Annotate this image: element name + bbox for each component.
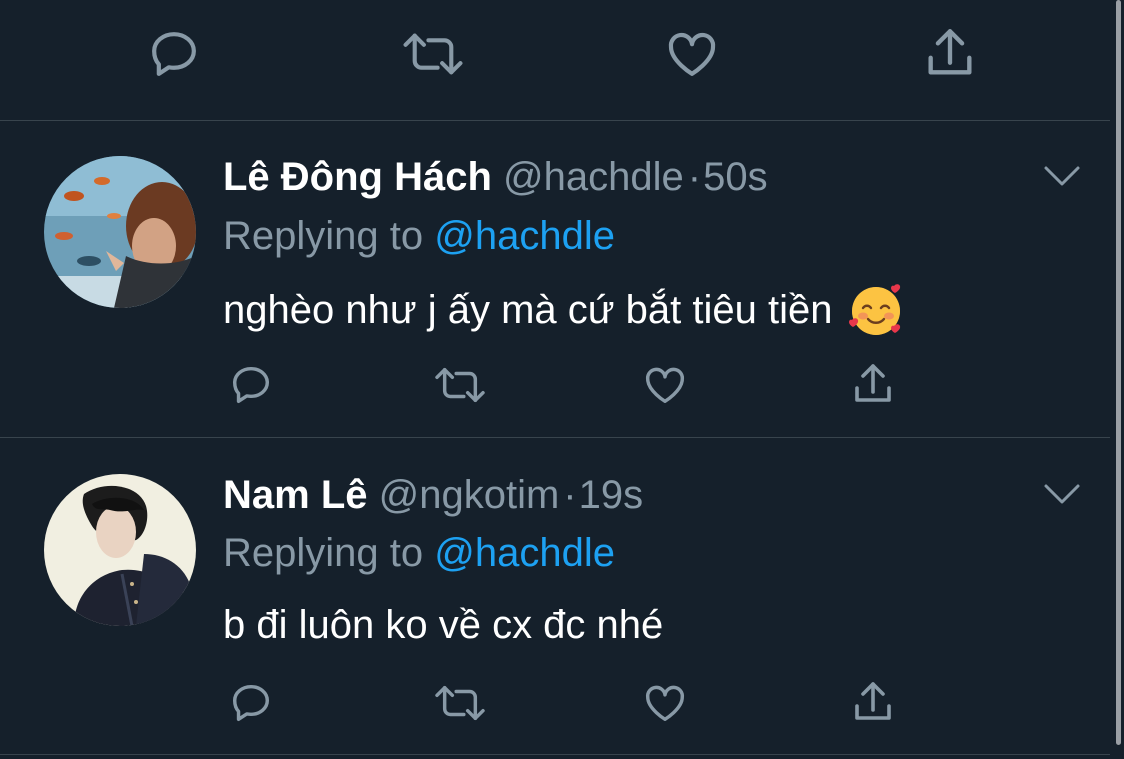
share-icon: [928, 29, 972, 75]
retweet-button[interactable]: [432, 680, 488, 726]
retweet-icon: [435, 685, 485, 721]
replying-to: Replying to @hachdle: [223, 529, 615, 577]
mention-link[interactable]: @hachdle: [434, 214, 615, 258]
chevron-down-icon: [1044, 166, 1080, 186]
replying-label: Replying to: [223, 214, 424, 258]
divider: [0, 437, 1110, 438]
timestamp[interactable]: 50s: [703, 155, 768, 199]
retweet-button[interactable]: [432, 362, 488, 408]
share-icon: [855, 682, 891, 720]
display-name[interactable]: Lê Đông Hách: [223, 155, 492, 199]
chevron-down-icon: [1044, 484, 1080, 504]
divider: [0, 754, 1110, 755]
more-options-button[interactable]: [1042, 480, 1082, 513]
user-handle[interactable]: @ngkotim: [379, 473, 560, 517]
like-button[interactable]: [662, 26, 722, 82]
separator-dot: ·: [563, 473, 577, 517]
timestamp[interactable]: 19s: [579, 473, 644, 517]
heart-icon: [646, 685, 684, 722]
reply-icon: [232, 366, 270, 404]
reply-button[interactable]: [144, 26, 204, 82]
avatar[interactable]: [44, 156, 196, 308]
retweet-icon: [435, 367, 485, 403]
smiling-face-with-hearts-icon: [849, 284, 901, 335]
heart-icon: [668, 32, 716, 76]
reply-icon: [232, 684, 270, 722]
tweet-text-content: nghèo như j ấy mà cứ bắt tiêu tiền: [223, 288, 833, 332]
retweet-icon: [403, 33, 463, 75]
user-handle[interactable]: @hachdle: [503, 155, 684, 199]
display-name[interactable]: Nam Lê: [223, 473, 368, 517]
retweet-button[interactable]: [400, 26, 466, 82]
share-icon: [855, 364, 891, 402]
avatar[interactable]: [44, 474, 196, 626]
tweet-header: Lê Đông Hách @hachdle ·50s: [223, 153, 768, 201]
reply-button[interactable]: [226, 680, 276, 726]
scrollbar[interactable]: [1116, 0, 1121, 745]
reply-icon: [152, 32, 196, 76]
more-options-button[interactable]: [1042, 162, 1082, 195]
tweet-text: b đi luôn ko về cx đc nhé: [223, 601, 663, 649]
divider: [0, 120, 1110, 121]
tweet-text: nghèo như j ấy mà cứ bắt tiêu tiền: [223, 282, 904, 338]
replying-to: Replying to @hachdle: [223, 212, 615, 260]
share-button[interactable]: [848, 360, 898, 408]
like-button[interactable]: [640, 680, 690, 726]
share-button[interactable]: [848, 678, 898, 726]
tweet-text-content: b đi luôn ko về cx đc nhé: [223, 603, 664, 647]
heart-icon: [646, 367, 684, 404]
reply-button[interactable]: [226, 362, 276, 408]
like-button[interactable]: [640, 362, 690, 408]
separator-dot: ·: [687, 155, 702, 199]
share-button[interactable]: [920, 24, 980, 82]
mention-link[interactable]: @hachdle: [434, 531, 615, 575]
tweet-header: Nam Lê @ngkotim ·19s: [223, 471, 643, 519]
replying-label: Replying to: [223, 531, 424, 575]
